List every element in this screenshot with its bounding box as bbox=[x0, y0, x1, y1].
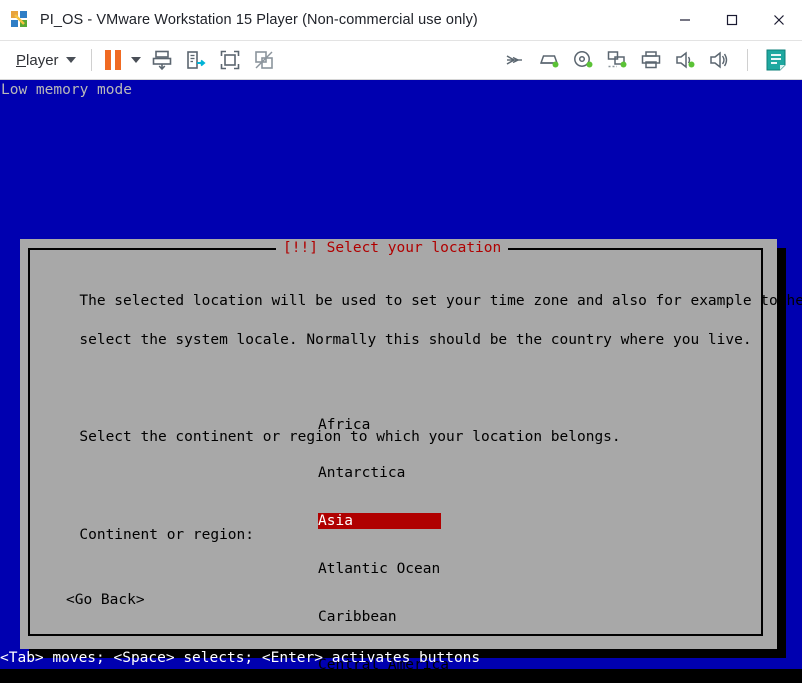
screen-bottom-bar bbox=[0, 669, 802, 683]
send-ctrl-alt-del-button[interactable] bbox=[181, 45, 211, 75]
list-item[interactable]: Africa bbox=[318, 417, 518, 433]
continent-list[interactable]: Africa Antarctica Asia Atlantic Ocean Ca… bbox=[318, 385, 518, 683]
chevron-down-icon bbox=[131, 57, 141, 63]
harddisk-icon bbox=[537, 48, 561, 72]
player-menu-button[interactable]: Player bbox=[12, 49, 80, 72]
speaker-button[interactable] bbox=[704, 45, 734, 75]
fullscreen-button[interactable] bbox=[215, 45, 245, 75]
notes-button[interactable] bbox=[761, 45, 791, 75]
unity-mode-icon bbox=[252, 48, 276, 72]
keyboard-hint-bar: <Tab> moves; <Space> selects; <Enter> ac… bbox=[0, 647, 802, 669]
pause-dropdown-button[interactable] bbox=[125, 45, 143, 75]
window-title: PI_OS - VMware Workstation 15 Player (No… bbox=[40, 12, 478, 28]
list-item-selected[interactable]: Asia bbox=[318, 513, 441, 529]
pause-button[interactable] bbox=[105, 45, 121, 75]
minimize-button[interactable] bbox=[661, 0, 708, 40]
toolbar: Player bbox=[0, 41, 802, 80]
low-memory-banner: Low memory mode bbox=[1, 82, 132, 98]
toolbar-divider bbox=[747, 49, 748, 71]
printer-button[interactable] bbox=[636, 45, 666, 75]
dialog-title: [!!] Select your location bbox=[276, 240, 508, 257]
send-keys-icon bbox=[184, 48, 208, 72]
snapshot-button[interactable] bbox=[147, 45, 177, 75]
chevron-down-icon bbox=[66, 57, 76, 63]
title-bar: PI_OS - VMware Workstation 15 Player (No… bbox=[0, 0, 802, 41]
chevrons-icon bbox=[503, 48, 527, 72]
unity-mode-button[interactable] bbox=[249, 45, 279, 75]
keyboard-hint-text: <Tab> moves; <Space> selects; <Enter> ac… bbox=[0, 650, 480, 666]
toolbar-divider bbox=[91, 49, 92, 71]
description-line-1: The selected location will be used to se… bbox=[79, 293, 802, 309]
vmware-player-window: PI_OS - VMware Workstation 15 Player (No… bbox=[0, 0, 802, 683]
cdrom-icon bbox=[571, 48, 595, 72]
field-label: Continent or region: bbox=[79, 527, 254, 543]
removable-devices-button[interactable] bbox=[500, 45, 530, 75]
list-item[interactable]: Caribbean bbox=[318, 609, 518, 625]
notes-icon bbox=[763, 47, 789, 73]
speaker-icon bbox=[707, 48, 731, 72]
go-back-button[interactable]: <Go Back> bbox=[66, 592, 145, 608]
snapshot-icon bbox=[150, 48, 174, 72]
sound-input-icon bbox=[673, 48, 697, 72]
close-button[interactable] bbox=[755, 0, 802, 40]
cdrom-button[interactable] bbox=[568, 45, 598, 75]
network-icon bbox=[605, 48, 629, 72]
hard-disk-button[interactable] bbox=[534, 45, 564, 75]
pause-icon bbox=[105, 50, 121, 70]
window-controls bbox=[661, 0, 802, 40]
list-item[interactable]: Antarctica bbox=[318, 465, 518, 481]
sound-card-button[interactable] bbox=[670, 45, 700, 75]
vm-screen[interactable]: Low memory mode [!!] Select your locatio… bbox=[0, 80, 802, 683]
player-menu-label: Player bbox=[16, 52, 59, 69]
network-button[interactable] bbox=[602, 45, 632, 75]
vmware-logo-icon bbox=[9, 9, 31, 31]
maximize-button[interactable] bbox=[708, 0, 755, 40]
printer-icon bbox=[639, 48, 663, 72]
list-item[interactable]: Atlantic Ocean bbox=[318, 561, 518, 577]
fullscreen-icon bbox=[218, 48, 242, 72]
toolbar-status-icons bbox=[498, 45, 802, 75]
description-line-2: select the system locale. Normally this … bbox=[79, 332, 751, 348]
